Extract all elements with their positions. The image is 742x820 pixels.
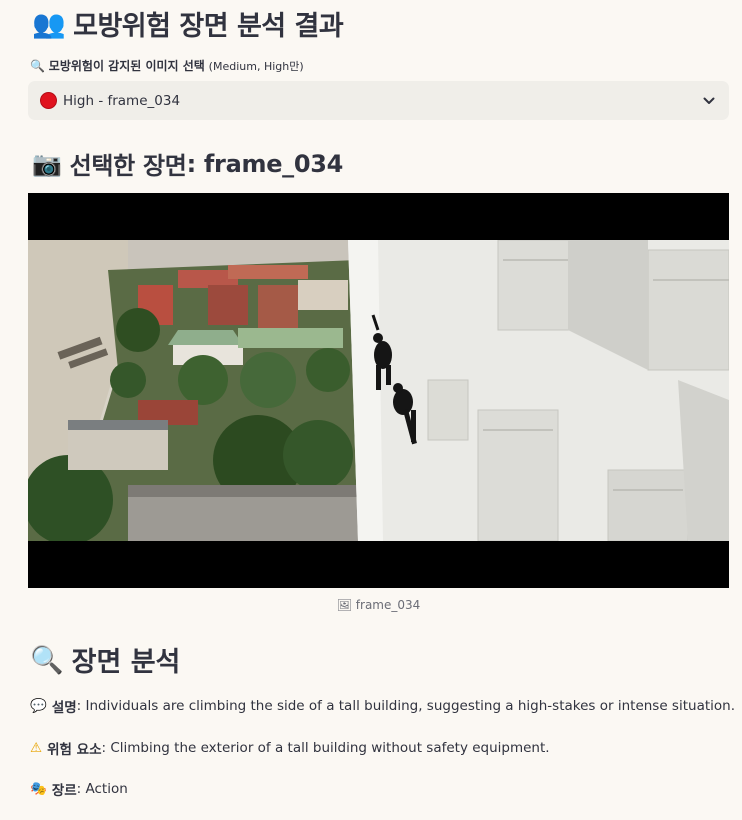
select-label-text: 모방위험이 감지된 이미지 선택	[48, 59, 205, 73]
description-row: 💬 설명: Individuals are climbing the side …	[30, 696, 735, 716]
risk-label: 위험 요소	[47, 742, 102, 758]
description-text: : Individuals are climbing the side of a…	[76, 698, 735, 714]
page-title: 👥 모방위험 장면 분석 결과	[32, 4, 344, 43]
analysis-title: 🔍 장면 분석	[30, 640, 180, 679]
risk-row: ⚠ 위험 요소: Climbing the exterior of a tall…	[30, 738, 550, 758]
red-circle-icon	[40, 92, 57, 109]
selected-scene-frame: : frame_034	[186, 149, 344, 178]
frame-select[interactable]: High - frame_034	[28, 81, 729, 120]
description-label: 설명	[51, 700, 77, 716]
warning-icon: ⚠	[30, 740, 43, 756]
genre-label: 장르	[51, 783, 77, 799]
magnifier-icon: 🔍	[30, 644, 64, 676]
select-label: 🔍 모방위험이 감지된 이미지 선택 (Medium, High만)	[30, 57, 304, 74]
image-caption: 🖼 frame_034	[28, 598, 729, 612]
selected-scene-title: 📷 선택한 장면: frame_034	[32, 146, 343, 181]
selected-scene-prefix: 선택한 장면	[69, 152, 187, 180]
genre-text: : Action	[76, 781, 128, 797]
speech-bubble-icon: 💬	[30, 698, 47, 714]
theater-masks-icon: 🎭	[30, 781, 47, 797]
chevron-down-icon[interactable]	[701, 93, 717, 109]
analysis-title-text: 장면 분석	[71, 647, 181, 678]
frame-select-value: High - frame_034	[63, 92, 181, 109]
camera-icon: 📷	[32, 149, 62, 178]
scene-illustration	[28, 240, 729, 541]
image-caption-text: frame_034	[355, 598, 421, 612]
search-icon: 🔍	[30, 59, 45, 73]
genre-row: 🎭 장르: Action	[30, 779, 128, 799]
select-label-sub: (Medium, High만)	[208, 60, 304, 73]
scene-image	[28, 193, 729, 588]
risk-text: : Climbing the exterior of a tall buildi…	[101, 740, 550, 756]
image-icon: 🖼	[336, 598, 352, 612]
people-icon: 👥	[32, 8, 66, 40]
page-title-text: 모방위험 장면 분석 결과	[73, 11, 344, 42]
